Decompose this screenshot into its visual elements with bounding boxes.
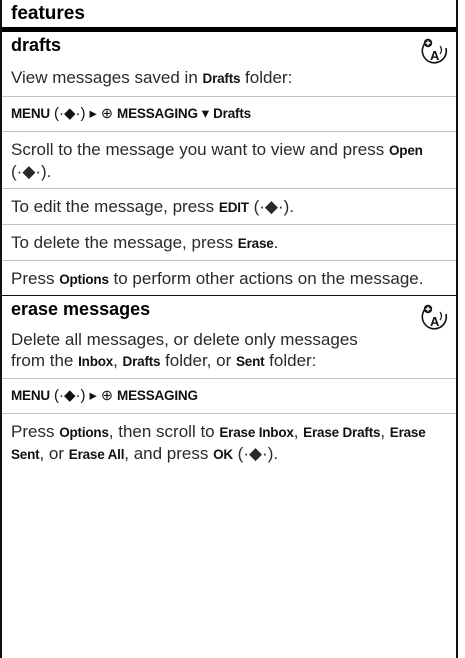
drafts-label: Drafts xyxy=(213,106,251,121)
messaging-icon: ⊕ xyxy=(100,388,114,404)
erase-options-text: Press xyxy=(11,422,60,441)
erase-title-text: erase messages xyxy=(11,299,151,319)
sep-1: , xyxy=(293,422,304,441)
erase-menu-path: MENU (·◆·) ▸ ⊕ MESSAGING xyxy=(2,379,456,413)
scroll-text: Scroll to the message you want to view a… xyxy=(11,140,389,159)
section-header-title: features xyxy=(11,3,85,24)
erase-intro-mid: folder, or xyxy=(160,351,236,370)
erase-section: erase messages A Delete all messages, or… xyxy=(2,296,456,465)
sep-3: , or xyxy=(39,444,69,463)
messaging-label: MESSAGING xyxy=(117,106,198,121)
erase-options-end: (·◆·). xyxy=(232,444,279,463)
edit-text-end: (·◆·). xyxy=(248,197,295,216)
path-arrow-icon: ▸ xyxy=(89,388,97,404)
open-key-label: Open xyxy=(388,143,423,158)
drafts-section: drafts A View messages saved in Drafts f… xyxy=(2,32,456,295)
options-text-end: to perform other actions on the message. xyxy=(108,269,424,288)
options-key-label: Options xyxy=(59,425,109,440)
erase-inbox-label: Erase Inbox xyxy=(219,425,294,440)
delete-text: To delete the message, press xyxy=(11,233,238,252)
sep-4: , and press xyxy=(124,444,214,463)
options-text: Press xyxy=(11,269,60,288)
inbox-label: Inbox xyxy=(78,354,114,369)
menu-key-label: MENU xyxy=(11,388,50,403)
erase-intro-end: folder: xyxy=(264,351,317,370)
drafts-title: drafts A xyxy=(2,32,456,64)
menu-key-label: MENU xyxy=(11,106,50,121)
sep-2: , xyxy=(380,422,390,441)
network-feature-icon: A xyxy=(421,304,448,330)
svg-text:A: A xyxy=(430,314,440,329)
drafts-folder-label: Drafts xyxy=(202,71,241,86)
edit-key-label: EDIT xyxy=(218,200,249,215)
submenu-arrow-icon: ▾ xyxy=(201,106,210,122)
erase-key-label: Erase xyxy=(237,236,274,251)
drafts-edit-instruction: To edit the message, press EDIT (·◆·). xyxy=(2,189,456,224)
erase-intro-sep: , xyxy=(113,351,123,370)
nav-key-icon: (·◆·) xyxy=(53,387,86,404)
sent-label: Sent xyxy=(235,354,265,369)
manual-page: features drafts A View messages saved in… xyxy=(0,0,458,658)
drafts-intro-text: View messages saved in xyxy=(11,68,203,87)
delete-text-end: . xyxy=(273,233,279,252)
erase-all-label: Erase All xyxy=(68,447,125,462)
drafts-title-text: drafts xyxy=(11,35,62,55)
drafts-delete-instruction: To delete the message, press Erase. xyxy=(2,225,456,260)
drafts-intro-text-end: folder: xyxy=(240,68,293,87)
erase-options-text-2: , then scroll to xyxy=(108,422,220,441)
path-arrow-icon: ▸ xyxy=(89,106,97,122)
edit-text: To edit the message, press xyxy=(11,197,219,216)
scroll-text-end: (·◆·). xyxy=(11,162,52,181)
nav-key-icon: (·◆·) xyxy=(53,105,86,122)
drafts-options-instruction: Press Options to perform other actions o… xyxy=(2,261,456,295)
options-key-label: Options xyxy=(59,272,109,287)
drafts-label: Drafts xyxy=(122,354,161,369)
network-feature-icon: A xyxy=(421,38,448,64)
erase-options-instruction: Press Options, then scroll to Erase Inbo… xyxy=(2,414,456,465)
messaging-label: MESSAGING xyxy=(117,388,198,403)
svg-text:A: A xyxy=(430,48,440,63)
messaging-icon: ⊕ xyxy=(100,106,114,122)
erase-intro: Delete all messages, or delete only mess… xyxy=(2,324,456,378)
drafts-intro: View messages saved in Drafts folder: xyxy=(2,62,456,96)
drafts-menu-path: MENU (·◆·) ▸ ⊕ MESSAGING ▾ Drafts xyxy=(2,97,456,131)
section-header: features xyxy=(2,0,456,32)
drafts-scroll-instruction: Scroll to the message you want to view a… xyxy=(2,132,456,188)
erase-drafts-label: Erase Drafts xyxy=(303,425,381,440)
ok-key-label: OK xyxy=(213,447,233,462)
erase-title: erase messages A xyxy=(2,296,456,330)
